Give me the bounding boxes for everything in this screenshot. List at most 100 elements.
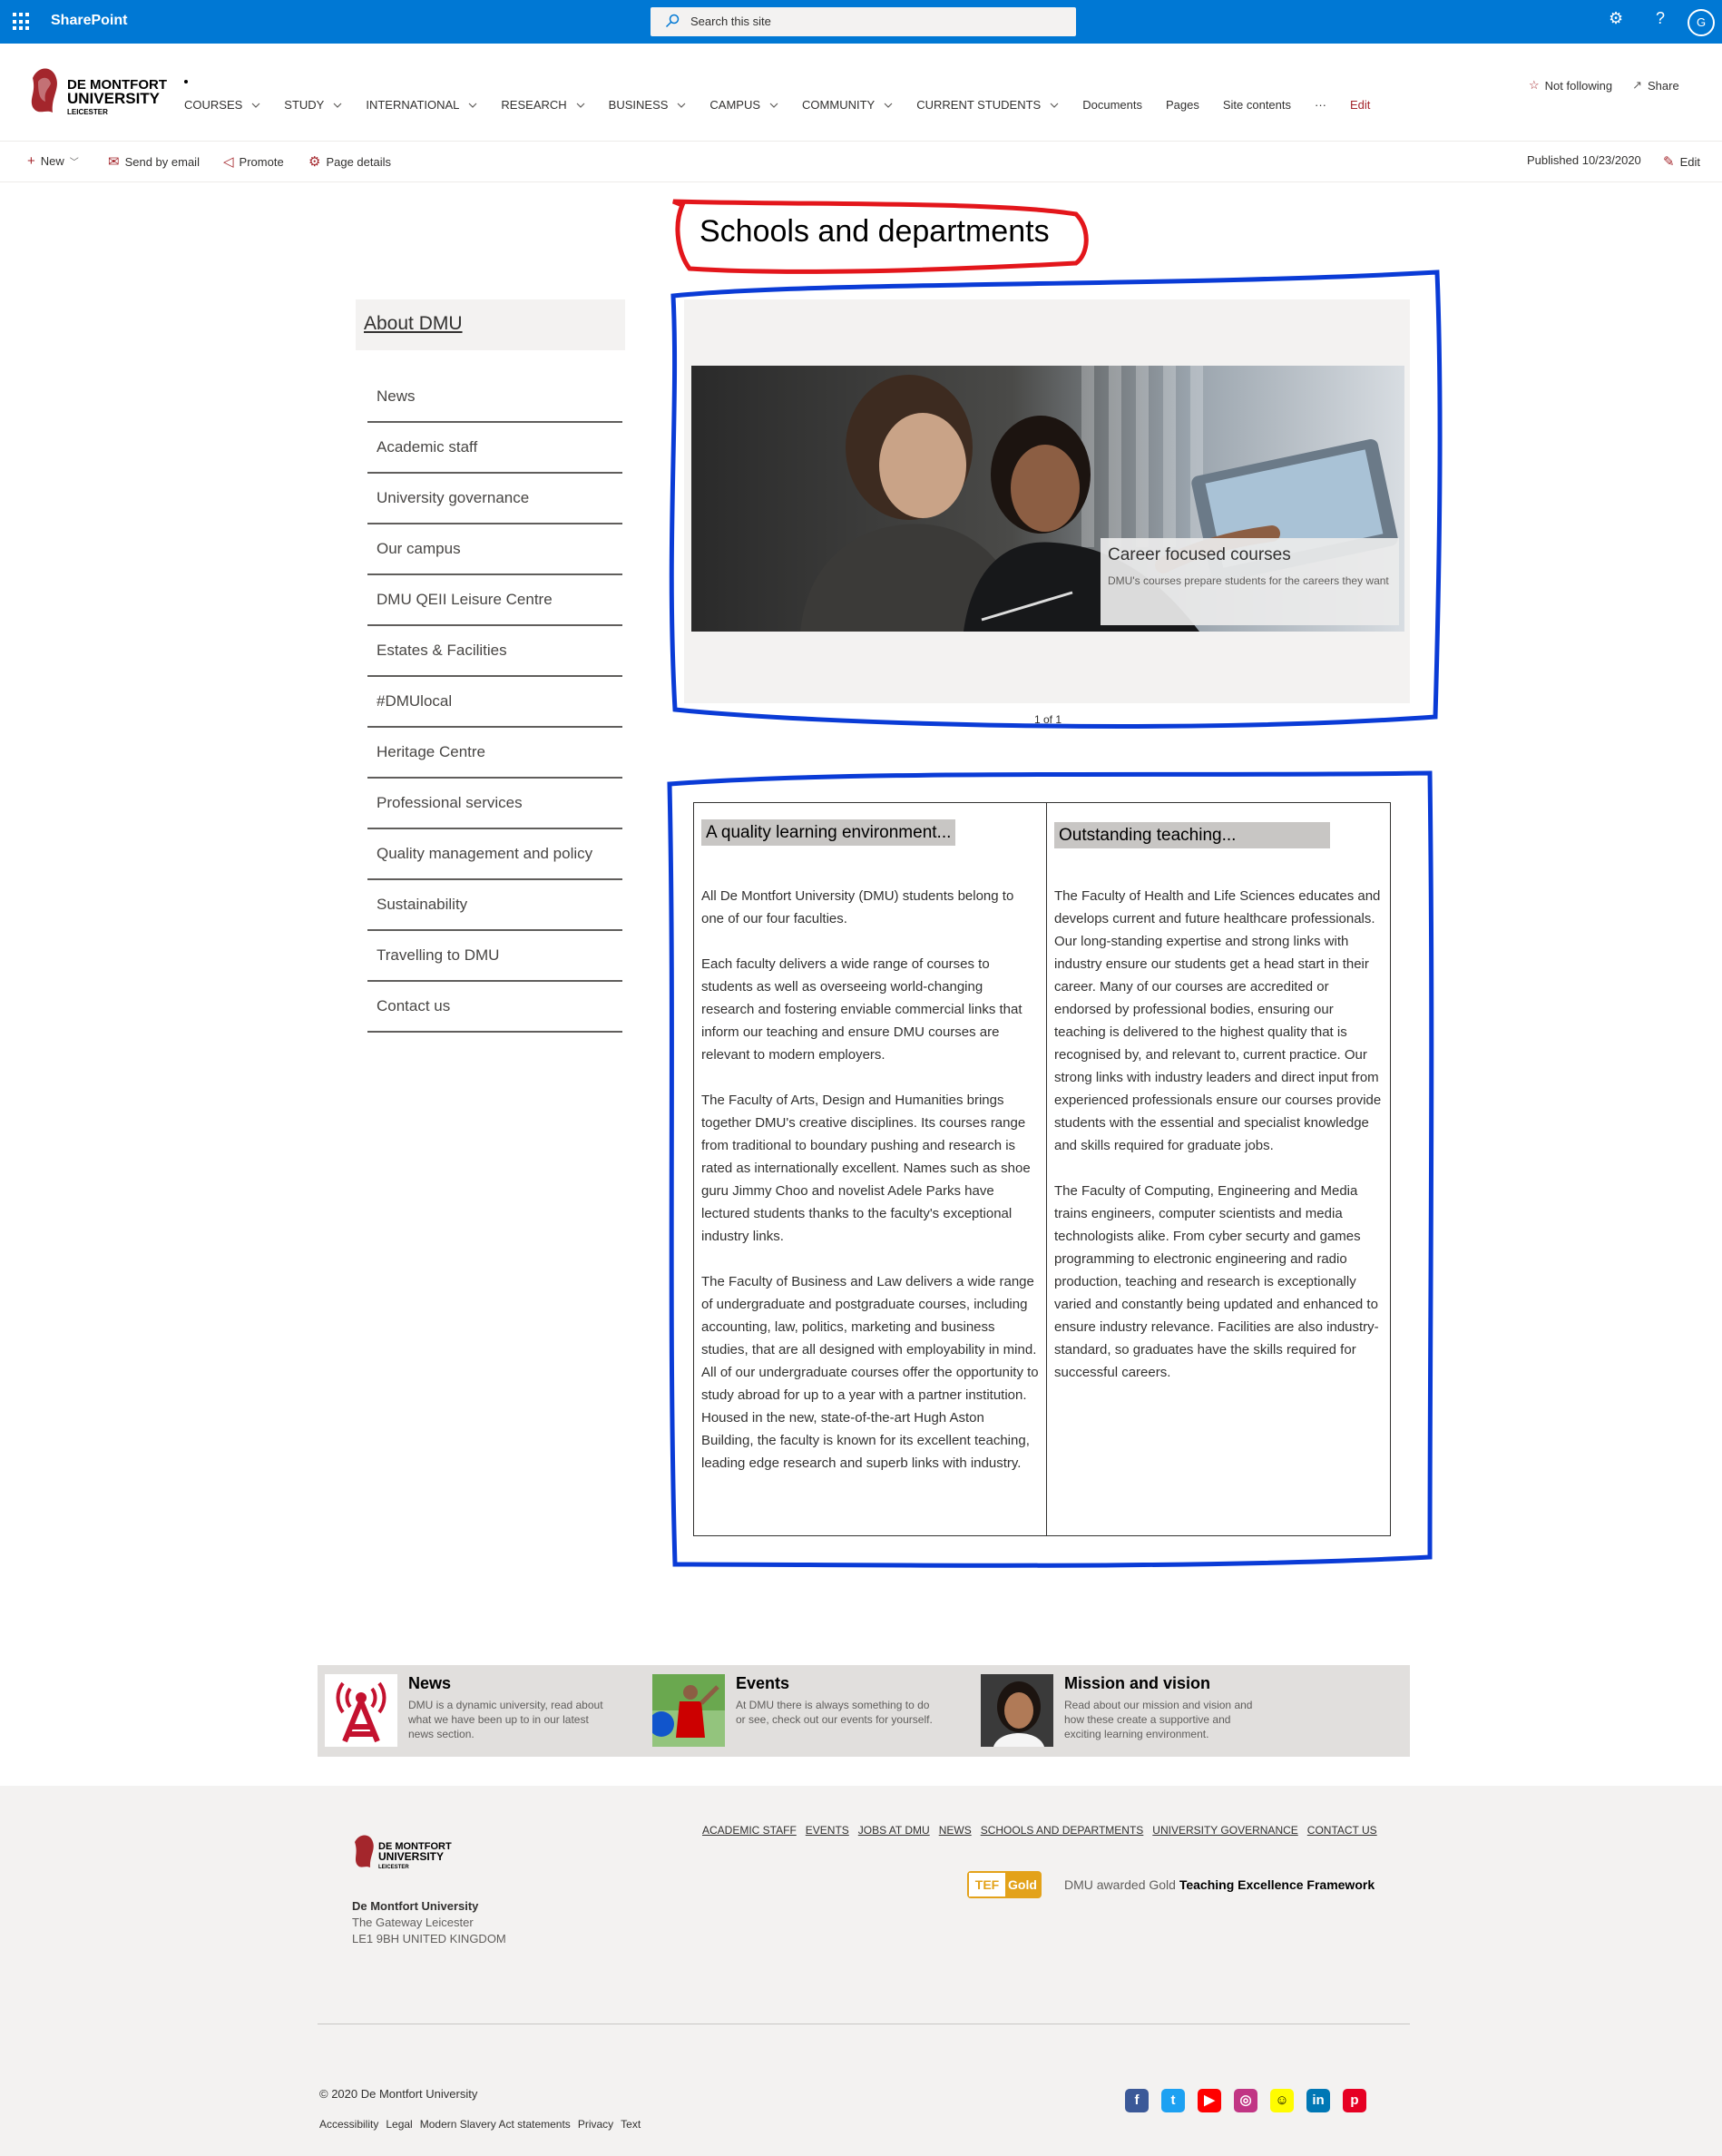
- share-icon: ↗: [1632, 78, 1642, 92]
- footer-link[interactable]: JOBS AT DMU: [858, 1824, 930, 1837]
- nav-more-button[interactable]: ···: [1315, 98, 1326, 112]
- footer-link[interactable]: SCHOOLS AND DEPARTMENTS: [981, 1824, 1144, 1837]
- left-nav-item[interactable]: Our campus: [367, 524, 622, 575]
- left-navigation: News Academic staff University governance O…: [367, 372, 622, 1033]
- left-nav-item[interactable]: News: [367, 372, 622, 423]
- linkedin-icon[interactable]: in: [1306, 2089, 1330, 2112]
- nav-item-courses[interactable]: COURSES: [184, 98, 260, 112]
- logo-text-line2: UNIVERSITY: [67, 90, 161, 107]
- nav-item-research[interactable]: RESEARCH: [501, 98, 585, 112]
- nav-item-current-students[interactable]: CURRENT STUDENTS: [916, 98, 1059, 112]
- carousel-pager: 1 of 1: [1034, 713, 1062, 726]
- right-paragraph: The Faculty of Computing, Engineering an…: [1054, 1183, 1379, 1380]
- facebook-icon[interactable]: f: [1125, 2089, 1149, 2112]
- legal-link[interactable]: Modern Slavery Act statements: [420, 2118, 571, 2131]
- twitter-icon[interactable]: t: [1161, 2089, 1185, 2112]
- chevron-down-icon: [677, 103, 686, 108]
- tef-note-bold: Teaching Excellence Framework: [1179, 1877, 1375, 1892]
- nav-edit-link[interactable]: Edit: [1350, 98, 1370, 112]
- help-icon[interactable]: ?: [1656, 9, 1665, 28]
- nav-item-community[interactable]: COMMUNITY: [802, 98, 893, 112]
- left-nav-item[interactable]: Heritage Centre: [367, 728, 622, 779]
- edit-page-button[interactable]: ✎ Edit: [1663, 153, 1700, 170]
- left-nav-item[interactable]: DMU QEII Leisure Centre: [367, 575, 622, 626]
- nav-item-pages[interactable]: Pages: [1166, 98, 1199, 112]
- org-name: De Montfort University: [352, 1899, 479, 1913]
- search-icon: [665, 14, 680, 28]
- footer-link[interactable]: ACADEMIC STAFF: [702, 1824, 797, 1837]
- suite-bar: SharePoint Search this site ⚙ ? G: [0, 0, 1722, 44]
- left-nav-item[interactable]: Contact us: [367, 982, 622, 1033]
- tef-note-prefix: DMU awarded Gold: [1064, 1877, 1179, 1892]
- quick-link-desc: At DMU there is always something to do o…: [736, 1699, 933, 1726]
- left-nav-item[interactable]: Travelling to DMU: [367, 931, 622, 982]
- left-paragraph: All De Montfort University (DMU) student…: [701, 888, 1014, 926]
- left-nav-item[interactable]: University governance: [367, 474, 622, 524]
- snapchat-icon[interactable]: ☺: [1270, 2089, 1294, 2112]
- footer-dmu-logo[interactable]: DE MONTFORT UNIVERSITY LEICESTER: [351, 1831, 469, 1877]
- nav-item-study[interactable]: STUDY: [284, 98, 342, 112]
- about-dmu-link[interactable]: About DMU: [364, 313, 463, 334]
- page-details-button[interactable]: ⚙ Page details: [308, 153, 391, 170]
- quick-link-title: News: [408, 1674, 452, 1692]
- page-title: Schools and departments: [700, 214, 1050, 249]
- nav-item-label: COURSES: [184, 98, 243, 112]
- tef-label: TEF: [969, 1873, 1005, 1896]
- chevron-down-icon: [468, 103, 477, 108]
- left-paragraph: The Faculty of Arts, Design and Humaniti…: [701, 1093, 1031, 1244]
- instagram-icon[interactable]: ◎: [1234, 2089, 1257, 2112]
- about-dmu-header[interactable]: About DMU: [356, 299, 625, 350]
- youtube-icon[interactable]: ▶: [1198, 2089, 1221, 2112]
- promote-button[interactable]: ◁ Promote: [223, 153, 284, 170]
- legal-links: Accessibility Legal Modern Slavery Act sta…: [319, 2118, 641, 2131]
- search-placeholder: Search this site: [690, 15, 771, 28]
- left-nav-item[interactable]: Quality management and policy: [367, 829, 622, 880]
- send-by-email-label: Send by email: [124, 154, 200, 169]
- nav-item-documents[interactable]: Documents: [1082, 98, 1142, 112]
- legal-link[interactable]: Text: [621, 2118, 641, 2131]
- left-paragraph: The Faculty of Business and Law delivers…: [701, 1274, 1039, 1471]
- left-nav-item[interactable]: Estates & Facilities: [367, 626, 622, 677]
- send-by-email-button[interactable]: ✉ Send by email: [108, 153, 200, 170]
- footer-link[interactable]: EVENTS: [806, 1824, 849, 1837]
- left-nav-item[interactable]: Sustainability: [367, 880, 622, 931]
- nav-item-business[interactable]: BUSINESS: [609, 98, 687, 112]
- carousel-slide[interactable]: Career focused courses DMU's courses pre…: [691, 366, 1404, 632]
- site-title-dot: [184, 80, 188, 83]
- quick-links: News DMU is a dynamic university, read a…: [318, 1665, 1410, 1757]
- top-navigation: COURSES STUDY INTERNATIONAL RESEARCH BUSINES…: [184, 98, 1394, 112]
- app-name[interactable]: SharePoint: [51, 13, 127, 29]
- legal-link[interactable]: Privacy: [578, 2118, 613, 2131]
- nav-item-label: Site contents: [1222, 98, 1291, 112]
- megaphone-icon: ◁: [223, 154, 234, 170]
- events-photo: [652, 1674, 725, 1747]
- page-footer: DE MONTFORT UNIVERSITY LEICESTER De Mont…: [0, 1786, 1722, 2156]
- settings-gear-icon[interactable]: ⚙: [1609, 9, 1623, 28]
- nav-item-campus[interactable]: CAMPUS: [709, 98, 778, 112]
- footer-link[interactable]: NEWS: [939, 1824, 972, 1837]
- dmu-logo[interactable]: DE MONTFORT UNIVERSITY LEICESTER: [25, 62, 171, 125]
- left-nav-item[interactable]: Academic staff: [367, 423, 622, 474]
- new-button[interactable]: + New ﹀: [27, 153, 79, 169]
- nav-item-site-contents[interactable]: Site contents: [1223, 98, 1291, 112]
- app-launcher-icon[interactable]: [13, 13, 31, 31]
- published-label: Published 10/23/2020: [1527, 153, 1641, 167]
- quick-link-desc: DMU is a dynamic university, read about …: [408, 1699, 603, 1740]
- not-following-button[interactable]: ☆ Not following: [1529, 78, 1612, 93]
- avatar[interactable]: G: [1688, 9, 1715, 36]
- footer-link[interactable]: UNIVERSITY GOVERNANCE: [1152, 1824, 1297, 1837]
- legal-link[interactable]: Accessibility: [319, 2118, 378, 2131]
- pinterest-icon[interactable]: p: [1343, 2089, 1366, 2112]
- content-table: A quality learning environment... All De…: [693, 802, 1391, 1536]
- caption-title: Career focused courses: [1108, 545, 1291, 564]
- nav-item-international[interactable]: INTERNATIONAL: [366, 98, 477, 112]
- left-nav-item[interactable]: Professional services: [367, 779, 622, 829]
- share-button[interactable]: ↗ Share: [1632, 78, 1679, 93]
- search-input[interactable]: Search this site: [651, 7, 1076, 36]
- quick-link-title: Mission and vision: [1064, 1674, 1211, 1692]
- content-column-left: A quality learning environment... All De…: [694, 803, 1047, 1535]
- mail-icon: ✉: [108, 154, 120, 170]
- legal-link[interactable]: Legal: [386, 2118, 412, 2131]
- footer-link[interactable]: CONTACT US: [1307, 1824, 1377, 1837]
- left-nav-item[interactable]: #DMUlocal: [367, 677, 622, 728]
